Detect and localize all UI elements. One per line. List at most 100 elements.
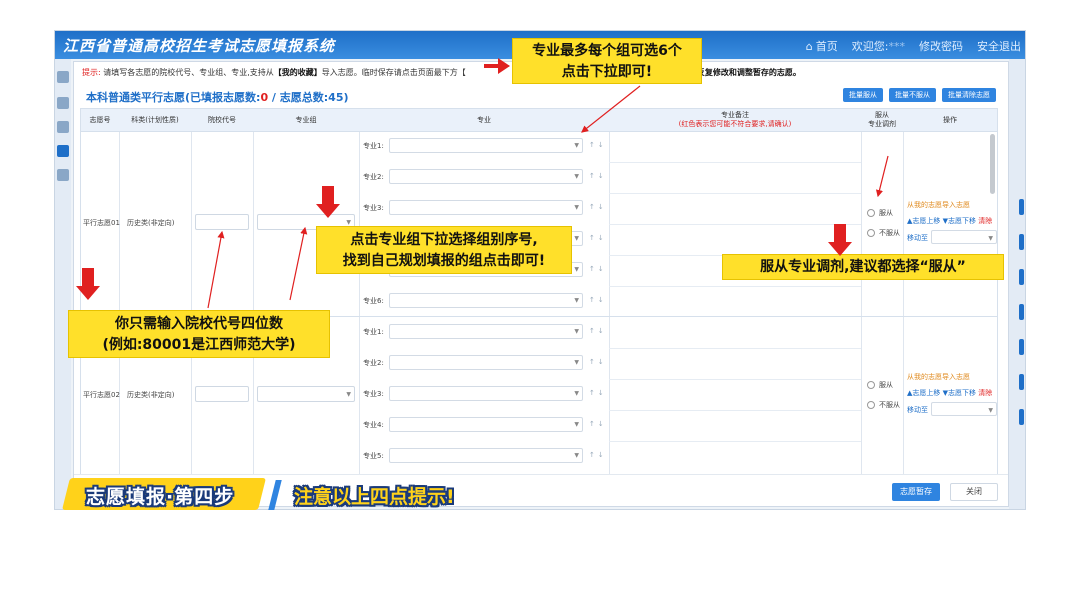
hint-part-b: 导入志愿。临时保存请点击页面最下方【 [321,68,466,77]
major-label: 专业3: [363,390,384,398]
reorder-arrows-icon[interactable]: ↑↓ [589,389,607,397]
sidebar-icon-4[interactable] [57,145,69,157]
radio-icon [867,401,875,409]
major-select[interactable]: ▼ [389,324,583,339]
major-select[interactable]: ▼ [389,293,583,308]
sidebar-icon-2[interactable] [57,97,69,109]
row1-clear-link[interactable]: 清除 [978,217,992,225]
reorder-arrows-icon[interactable]: ↑↓ [589,141,607,149]
row2-group-select[interactable]: ▼ [257,386,355,402]
callout-group-line1: 点击专业组下拉选择组别序号, [350,232,538,248]
major-label: 专业1: [363,142,384,150]
banner-step-text: 志愿填报·第四步 [86,486,235,508]
total-count: 45 [328,91,344,104]
chevron-down-icon: ▼ [988,235,993,242]
save-draft-button[interactable]: 志愿暂存 [892,483,940,501]
row1-no: 平行志愿01 [83,219,120,227]
right-strip [1009,59,1025,509]
major-select[interactable]: ▼ [389,448,583,463]
close-button[interactable]: 关闭 [950,483,998,501]
logout-link[interactable]: 安全退出 [977,38,1021,54]
reorder-arrows-icon[interactable]: ↑↓ [589,172,607,180]
batch-actions: 批量服从 批量不服从 批量清除志愿 [843,88,996,102]
row1-import-link[interactable]: 从我的志愿导入志愿 [907,200,970,210]
hint-favorites: 【我的收藏】 [273,68,322,77]
table-scrollbar[interactable] [990,134,995,194]
sidebar-icon-5[interactable] [57,169,69,181]
reorder-arrows-icon[interactable]: ↑↓ [589,296,607,304]
row2-import-link[interactable]: 从我的志愿导入志愿 [907,372,970,382]
callout-adjust: 服从专业调剂,建议都选择“服从” [722,254,1004,280]
right-tab-1[interactable] [1019,199,1024,215]
callout-major: 专业最多每个组可选6个 点击下拉即可! [512,38,702,84]
reorder-arrows-icon[interactable]: ↑↓ [589,451,607,459]
row2-move-to-select[interactable]: ▼ [931,402,997,416]
sidebar-icon-1[interactable] [57,71,69,83]
row2-not-obey-label: 不服从 [879,401,900,409]
section-title-c: ) [343,91,349,104]
row1-school-code-input[interactable] [195,214,249,230]
row1-obey-radio[interactable]: 服从 [867,208,893,218]
major-select[interactable]: ▼ [389,386,583,401]
col-adjust: 服从 专业调剂 [868,111,896,128]
row2-move-up-link[interactable]: ▲志愿上移 [907,389,940,397]
row2-move-down-link[interactable]: ▼志愿下移 [943,389,976,397]
row1-move-down-link[interactable]: ▼志愿下移 [943,217,976,225]
row1-move-to-select[interactable]: ▼ [931,230,997,244]
radio-icon [867,381,875,389]
row1-move-up-link[interactable]: ▲志愿上移 [907,217,940,225]
major-select[interactable]: ▼ [389,200,583,215]
callout-major-line2: 点击下拉即可! [561,64,653,80]
nav-home[interactable]: ⌂ 首页 [806,38,838,54]
row2-not-obey-radio[interactable]: 不服从 [867,400,900,410]
right-tab-2[interactable] [1019,234,1024,250]
col-note-label: 专业备注 [721,111,749,119]
major-label: 专业3: [363,204,384,212]
row1-subject: 历史类(非定向) [127,219,175,227]
right-tab-4[interactable] [1019,304,1024,320]
change-password-link[interactable]: 修改密码 [919,38,963,54]
system-title: 江西省普通高校招生考试志愿填报系统 [63,37,336,55]
row2-obey-radio[interactable]: 服从 [867,380,893,390]
reorder-arrows-icon[interactable]: ↑↓ [589,203,607,211]
row1-not-obey-radio[interactable]: 不服从 [867,228,900,238]
row2-obey-label: 服从 [879,381,893,389]
reorder-arrows-icon[interactable]: ↑↓ [589,265,607,273]
callout-code-line1: 你只需输入院校代号四位数 [115,316,283,332]
col-no: 志愿号 [89,115,111,124]
major-select[interactable]: ▼ [389,355,583,370]
callout-group-line2: 找到自己规划填报的组点击即可! [342,253,546,269]
row2-school-code-input[interactable] [195,386,249,402]
col-subject: 科类(计划性质) [131,115,179,124]
row2-clear-link[interactable]: 清除 [978,389,992,397]
reorder-arrows-icon[interactable]: ↑↓ [589,358,607,366]
banner-note: 注意以上四点提示! [294,486,455,508]
chevron-down-icon: ▼ [574,266,579,273]
batch-obey-button[interactable]: 批量服从 [843,88,883,102]
right-tab-3[interactable] [1019,269,1024,285]
right-tab-5[interactable] [1019,339,1024,355]
batch-not-obey-button[interactable]: 批量不服从 [889,88,936,102]
major-select[interactable]: ▼ [389,138,583,153]
sidebar-icon-3[interactable] [57,121,69,133]
reorder-arrows-icon[interactable]: ↑↓ [589,327,607,335]
major-label: 专业2: [363,173,384,181]
major-select[interactable]: ▼ [389,417,583,432]
batch-clear-button[interactable]: 批量清除志愿 [942,88,996,102]
callout-school-code: 你只需输入院校代号四位数 (例如:80001是江西师范大学) [68,310,330,358]
right-tab-6[interactable] [1019,374,1024,390]
chevron-down-icon: ▼ [574,452,579,459]
major-select[interactable]: ▼ [389,169,583,184]
chevron-down-icon: ▼ [574,390,579,397]
row2-no: 平行志愿02 [83,391,120,399]
hint-part-d: 反复修改和调整暂存的志愿。 [696,68,801,77]
reorder-arrows-icon[interactable]: ↑↓ [589,420,607,428]
reorder-arrows-icon[interactable]: ↑↓ [589,234,607,242]
chevron-down-icon: ▼ [574,297,579,304]
major-label: 专业6: [363,297,384,305]
table-header: 志愿号 科类(计划性质) 院校代号 专业组 专业 专业备注 (红色表示您可能不符… [80,108,998,132]
callout-major-line1: 专业最多每个组可选6个 [532,43,682,59]
major-label: 专业5: [363,452,384,460]
right-tab-7[interactable] [1019,409,1024,425]
col-major: 专业 [477,115,491,124]
